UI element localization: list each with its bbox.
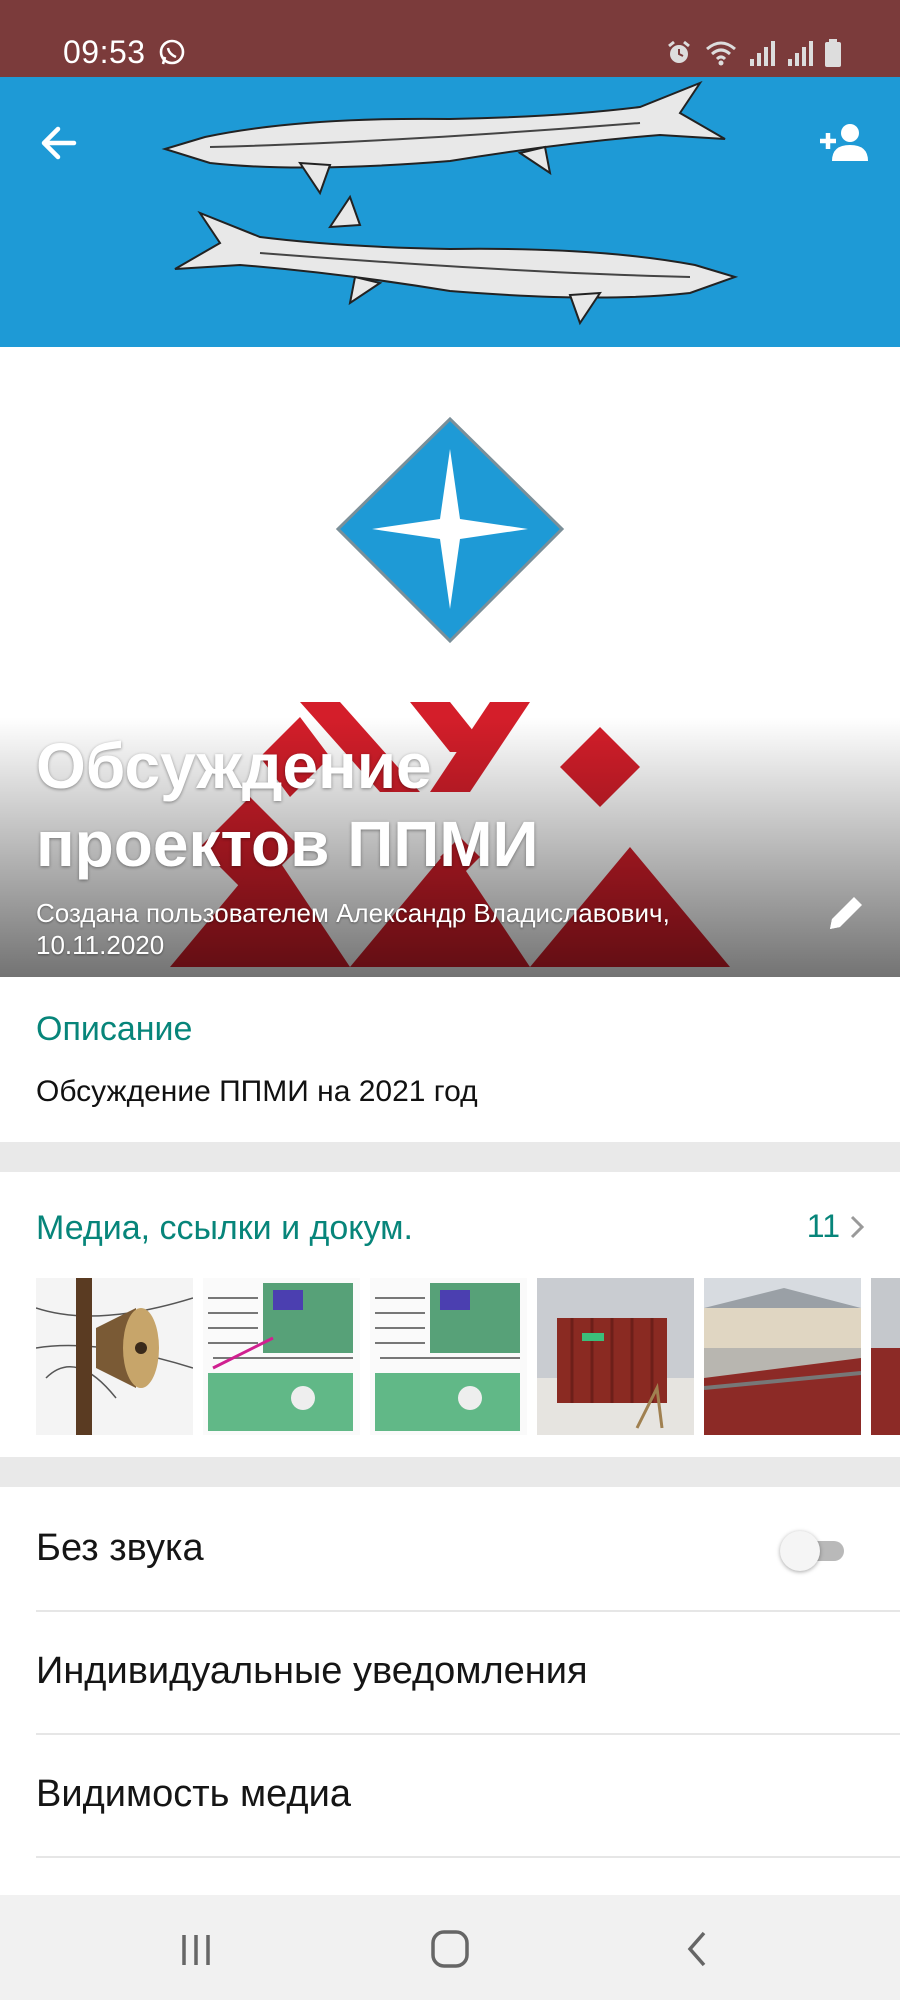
arrow-left-icon: [41, 126, 77, 160]
settings-section: Без звука Индивидуальные уведомления Вид…: [0, 1487, 900, 1895]
status-time: 09:53: [63, 34, 146, 70]
mute-toggle[interactable]: [780, 1531, 848, 1571]
group-header-image[interactable]: Обсуждение проектов ППМИ Создана пользов…: [0, 77, 900, 977]
mute-label: Без звука: [36, 1527, 204, 1569]
media-count: 11: [806, 1208, 840, 1244]
media-heading[interactable]: Медиа, ссылки и докум.: [36, 1209, 413, 1248]
edit-group-name-button[interactable]: [822, 889, 870, 937]
status-bar: 09:53: [0, 0, 900, 77]
alarm-icon: [664, 38, 694, 68]
chevron-right-icon: [850, 1215, 865, 1238]
description-heading: Описание: [36, 1010, 193, 1048]
recents-icon: [182, 1935, 210, 1965]
media-visibility-row[interactable]: Видимость медиа: [36, 1733, 900, 1858]
home-button[interactable]: [420, 1927, 480, 1971]
add-participant-button[interactable]: [816, 117, 872, 169]
battery-icon: [824, 38, 842, 68]
whatsapp-icon: [157, 38, 187, 68]
pencil-icon: [830, 897, 862, 929]
wifi-icon: [704, 38, 738, 68]
group-title: Обсуждение проектов ППМИ: [36, 730, 539, 880]
recents-button[interactable]: [166, 1927, 226, 1971]
media-visibility-label: Видимость медиа: [36, 1773, 351, 1815]
back-icon: [687, 1931, 706, 1967]
media-thumb-container[interactable]: [537, 1278, 694, 1435]
signal-icon: [748, 39, 776, 67]
media-thumb-fence[interactable]: [704, 1278, 861, 1435]
description-section[interactable]: Описание Обсуждение ППМИ на 2021 год: [0, 977, 900, 1142]
status-icons: [664, 38, 842, 68]
nav-back-button[interactable]: [668, 1927, 728, 1971]
media-thumb-plan-2[interactable]: [370, 1278, 527, 1435]
home-icon: [431, 1930, 469, 1968]
group-created-by: Создана пользователем Александр Владисла…: [36, 898, 670, 960]
media-thumbnails: [36, 1278, 900, 1435]
media-section: Медиа, ссылки и докум. 11: [0, 1172, 900, 1457]
toggle-knob: [780, 1531, 820, 1571]
media-thumb-plan-1[interactable]: [203, 1278, 360, 1435]
custom-notifications-row[interactable]: Индивидуальные уведомления: [36, 1610, 900, 1735]
media-thumb-partial[interactable]: [871, 1278, 900, 1435]
media-count-link[interactable]: 11: [807, 1208, 866, 1245]
back-button[interactable]: [34, 117, 86, 169]
media-thumb-loudspeaker[interactable]: [36, 1278, 193, 1435]
description-text: Обсуждение ППМИ на 2021 год: [36, 1075, 478, 1108]
mute-row[interactable]: Без звука: [36, 1487, 900, 1612]
custom-notifications-label: Индивидуальные уведомления: [36, 1650, 588, 1692]
signal-icon: [786, 39, 814, 67]
person-add-icon: [820, 124, 868, 161]
system-nav-bar: [0, 1895, 900, 2000]
